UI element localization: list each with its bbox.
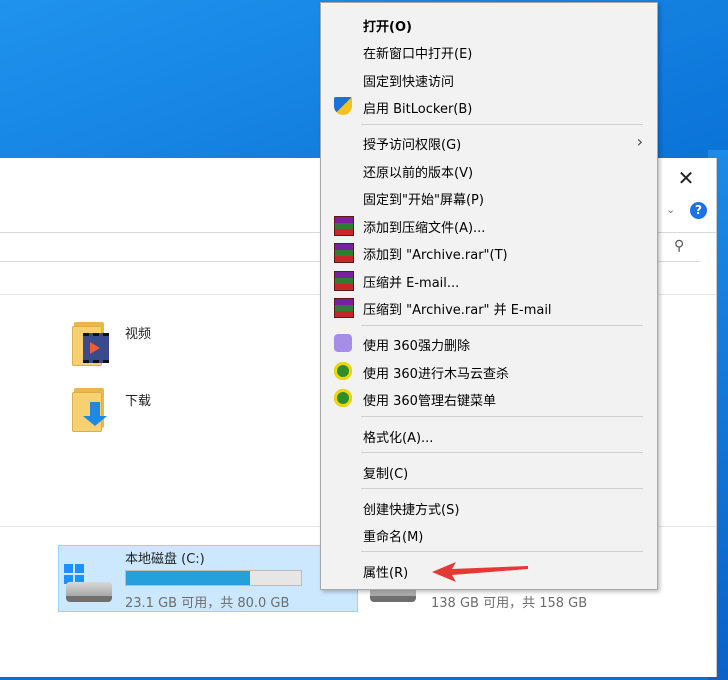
menu-item-label: 使用 360强力删除: [363, 339, 470, 354]
menu-item-label: 压缩到 "Archive.rar" 并 E-mail: [363, 303, 552, 318]
winrar-icon: [334, 298, 354, 318]
menu-item-open[interactable]: 打开(O): [323, 11, 655, 37]
360-icon: [334, 389, 352, 407]
menu-item-pin-quick-access[interactable]: 固定到快速访问: [323, 66, 655, 92]
folder-label-downloads[interactable]: 下载: [125, 390, 151, 409]
menu-item-label: 还原以前的版本(V): [363, 166, 474, 181]
shield-icon: [334, 97, 352, 115]
menu-item-label: 属性(R): [363, 566, 409, 581]
menu-item-create-shortcut[interactable]: 创建快捷方式(S): [323, 494, 655, 520]
annotation-arrow-icon: [432, 562, 528, 582]
hard-drive-icon: [62, 564, 112, 604]
menu-item-label: 使用 360进行木马云查杀: [363, 367, 509, 382]
downloads-folder-icon[interactable]: [72, 384, 108, 432]
folder-label-videos[interactable]: 视频: [125, 323, 151, 342]
menu-item-360-scan[interactable]: 使用 360进行木马云查杀: [323, 358, 655, 384]
menu-item-label: 打开(O): [363, 20, 412, 35]
drive-c-size: 23.1 GB 可用，共 80.0 GB: [125, 596, 290, 611]
menu-item-label: 格式化(A)...: [363, 431, 434, 446]
context-menu: 打开(O) 在新窗口中打开(E) 固定到快速访问 启用 BitLocker(B)…: [320, 2, 658, 590]
menu-separator: [361, 124, 643, 125]
chevron-right-icon: ›: [636, 132, 643, 151]
winrar-icon: [334, 271, 354, 291]
chevron-down-icon[interactable]: ⌄: [666, 203, 675, 216]
menu-item-360-shred[interactable]: 使用 360强力删除: [323, 330, 655, 356]
menu-item-compress-rar-email[interactable]: 压缩到 "Archive.rar" 并 E-mail: [323, 294, 655, 320]
menu-item-label: 授予访问权限(G): [363, 138, 462, 153]
menu-item-format[interactable]: 格式化(A)...: [323, 422, 655, 448]
windows-logo-icon: [64, 564, 84, 584]
menu-item-label: 使用 360管理右键菜单: [363, 394, 496, 409]
menu-item-label: 固定到快速访问: [363, 75, 455, 90]
menu-item-label: 压缩并 E-mail...: [363, 276, 460, 291]
menu-item-add-archive-rar[interactable]: 添加到 "Archive.rar"(T): [323, 239, 655, 265]
menu-item-copy[interactable]: 复制(C): [323, 458, 655, 484]
search-icon[interactable]: ⚲: [674, 238, 684, 254]
360-shredder-icon: [334, 334, 352, 352]
menu-item-label: 固定到"开始"屏幕(P): [363, 193, 484, 208]
menu-item-open-new-window[interactable]: 在新窗口中打开(E): [323, 38, 655, 64]
drive-c-usage-bar: [125, 570, 302, 586]
360-icon: [334, 362, 352, 380]
menu-item-bitlocker[interactable]: 启用 BitLocker(B): [323, 93, 655, 119]
menu-item-label: 创建快捷方式(S): [363, 503, 460, 518]
menu-item-label: 重命名(M): [363, 530, 424, 545]
video-folder-icon[interactable]: [72, 318, 109, 366]
menu-separator: [361, 551, 643, 552]
menu-item-label: 复制(C): [363, 467, 409, 482]
menu-item-label: 添加到 "Archive.rar"(T): [363, 248, 508, 263]
close-button[interactable]: ✕: [668, 164, 704, 192]
menu-item-compress-email[interactable]: 压缩并 E-mail...: [323, 267, 655, 293]
drive-c-name: 本地磁盘 (C:): [125, 552, 205, 567]
menu-item-label: 添加到压缩文件(A)...: [363, 221, 486, 236]
menu-item-pin-start[interactable]: 固定到"开始"屏幕(P): [323, 184, 655, 210]
drive-d-size: 138 GB 可用，共 158 GB: [431, 596, 588, 611]
winrar-icon: [334, 243, 354, 263]
menu-item-restore-versions[interactable]: 还原以前的版本(V): [323, 157, 655, 183]
menu-item-label: 启用 BitLocker(B): [363, 102, 473, 117]
menu-separator: [361, 452, 643, 453]
menu-item-add-archive[interactable]: 添加到压缩文件(A)...: [323, 212, 655, 238]
menu-item-rename[interactable]: 重命名(M): [323, 521, 655, 547]
help-icon[interactable]: ?: [690, 202, 707, 219]
winrar-icon: [334, 216, 354, 236]
menu-item-grant-access[interactable]: 授予访问权限(G) ›: [323, 129, 655, 155]
menu-separator: [361, 325, 643, 326]
menu-item-label: 在新窗口中打开(E): [363, 47, 473, 62]
menu-item-360-manage[interactable]: 使用 360管理右键菜单: [323, 385, 655, 411]
menu-separator: [361, 488, 643, 489]
menu-separator: [361, 416, 643, 417]
drive-c-usage-fill: [126, 571, 251, 585]
